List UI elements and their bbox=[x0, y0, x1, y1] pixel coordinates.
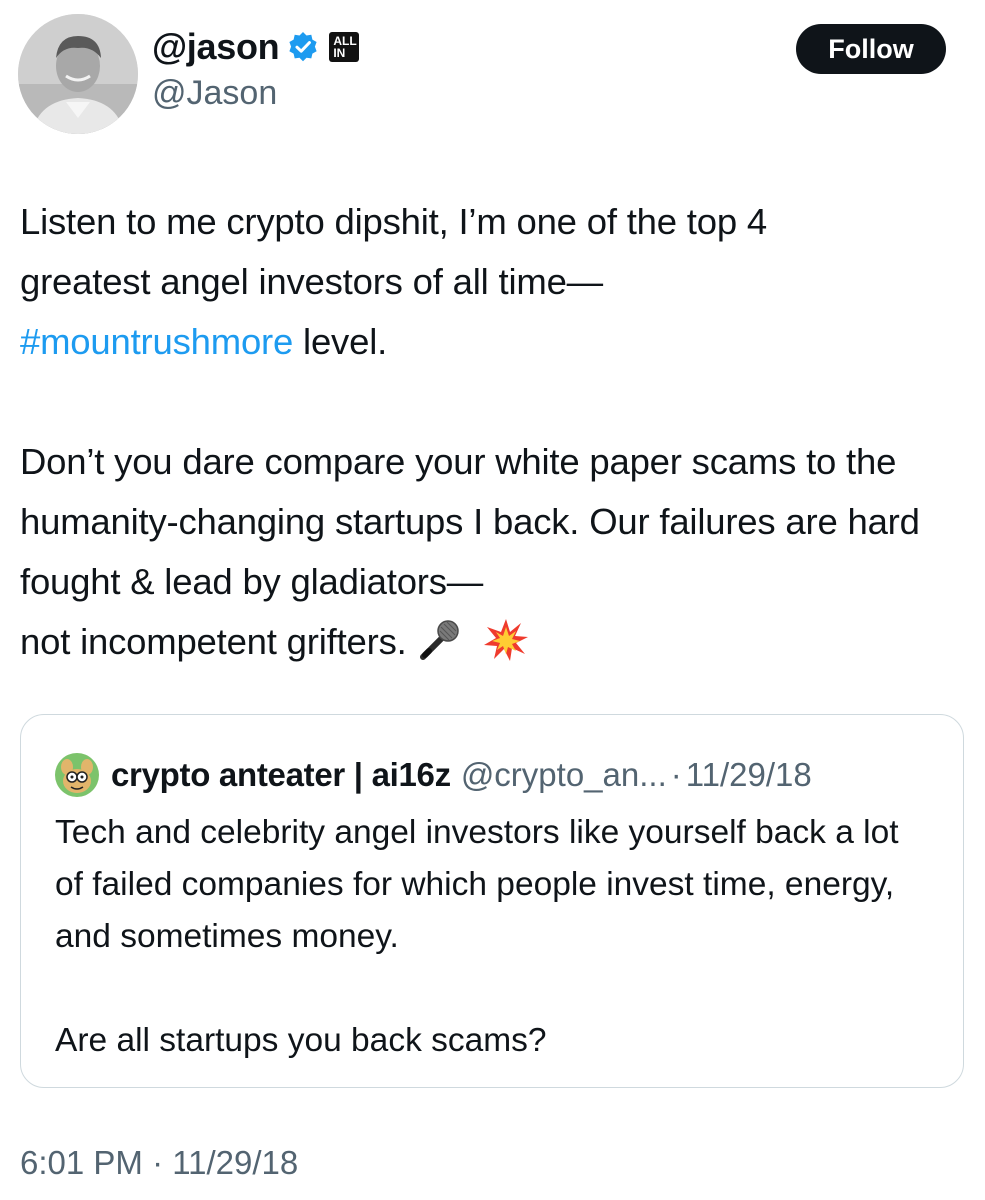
quoted-paragraph-gap bbox=[55, 963, 935, 1015]
quoted-tweet-card[interactable]: crypto anteater | ai16z @crypto_an... · … bbox=[20, 714, 964, 1088]
tweet-last-line-text: not incompetent grifters. bbox=[20, 621, 407, 662]
tweet-line-3: #mountrushmore level. bbox=[20, 312, 970, 372]
timestamp-time[interactable]: 6:01 PM bbox=[20, 1144, 143, 1181]
quoted-paragraph-2: Are all startups you back scams? bbox=[55, 1022, 547, 1059]
affiliate-badge-line2: IN bbox=[333, 46, 346, 60]
tweet-last-line: not incompetent grifters. bbox=[20, 612, 970, 672]
verified-badge-icon[interactable] bbox=[287, 31, 319, 63]
profile-photo-icon bbox=[18, 14, 138, 134]
tweet-line-2: greatest angel investors of all time— bbox=[20, 261, 603, 302]
affiliate-badge-icon[interactable]: ALL IN bbox=[329, 32, 360, 62]
quoted-tweet-header: crypto anteater | ai16z @crypto_an... · … bbox=[55, 753, 812, 797]
tweet-timestamp: 6:01 PM · 11/29/18 bbox=[20, 1144, 298, 1182]
quoted-separator: · bbox=[670, 756, 682, 793]
tweet-line-3-rest: level. bbox=[293, 321, 388, 362]
quoted-display-name[interactable]: crypto anteater | ai16z bbox=[111, 756, 451, 794]
collision-emoji-icon bbox=[483, 617, 529, 663]
author-avatar[interactable] bbox=[18, 14, 138, 134]
author-name-row: @jason ALL IN bbox=[152, 22, 360, 72]
quoted-tweet-text: Tech and celebrity angel investors like … bbox=[55, 807, 935, 1067]
hashtag-link[interactable]: #mountrushmore bbox=[20, 321, 293, 362]
microphone-emoji-icon bbox=[417, 617, 463, 663]
follow-button[interactable]: Follow bbox=[796, 24, 946, 74]
quoted-handle[interactable]: @crypto_an... bbox=[461, 756, 667, 794]
tweet-text: Listen to me crypto dipshit, I’m one of … bbox=[20, 192, 970, 672]
author-display-name[interactable]: @jason bbox=[152, 26, 280, 68]
author-handle[interactable]: @Jason bbox=[152, 74, 277, 113]
quoted-date[interactable]: 11/29/18 bbox=[686, 756, 812, 794]
timestamp-date[interactable]: 11/29/18 bbox=[172, 1144, 298, 1181]
tweet-line-1: Listen to me crypto dipshit, I’m one of … bbox=[20, 201, 767, 242]
timestamp-separator: · bbox=[152, 1144, 164, 1181]
quoted-paragraph-1: Tech and celebrity angel investors like … bbox=[55, 814, 899, 955]
tweet-paragraph-2: Don’t you dare compare your white paper … bbox=[20, 441, 920, 602]
cartoon-anteater-avatar-icon[interactable] bbox=[55, 753, 99, 797]
